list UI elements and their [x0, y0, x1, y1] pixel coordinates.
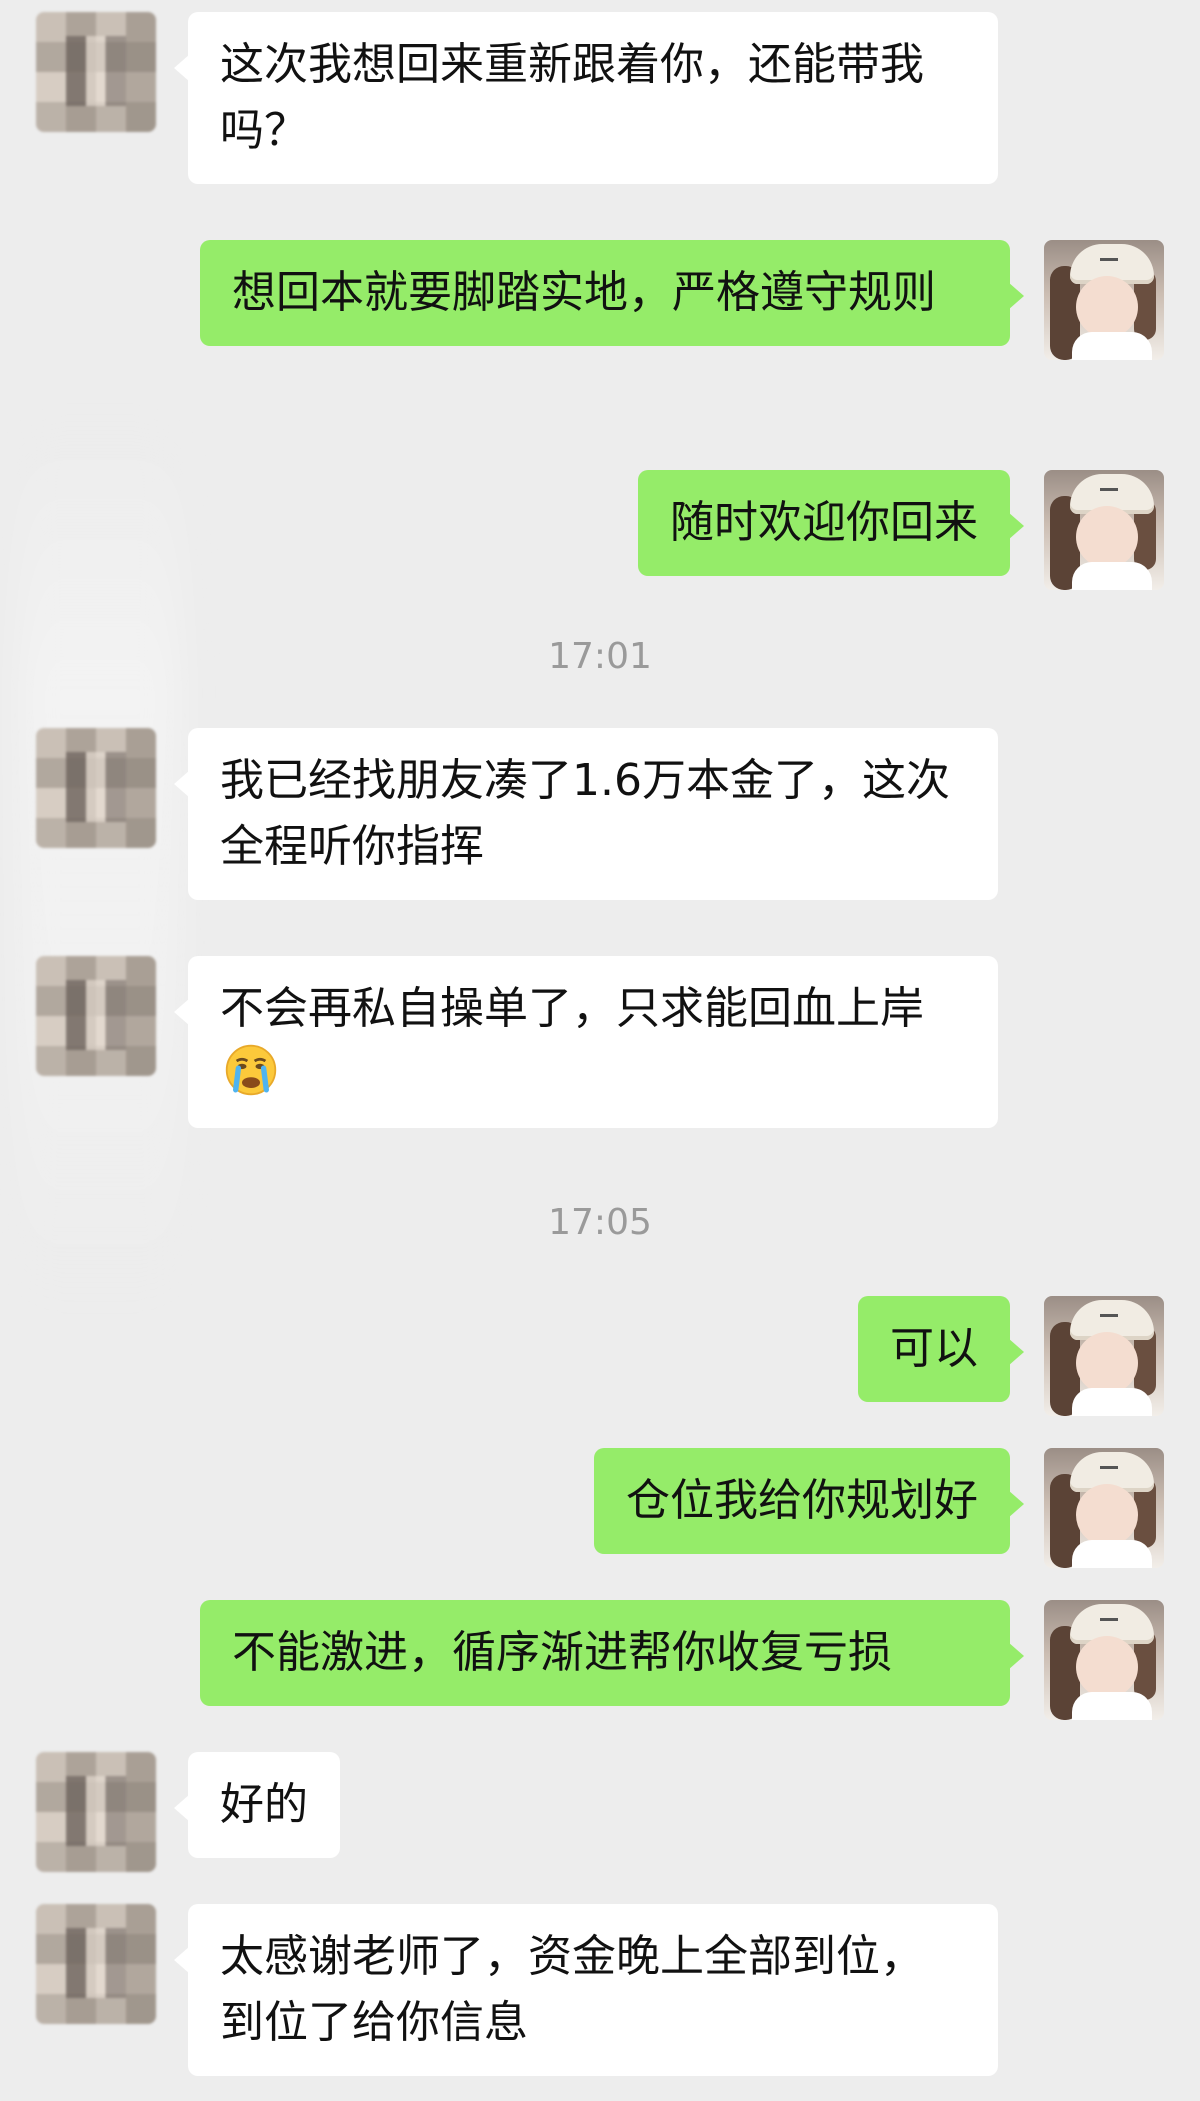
message-text: 这次我想回来重新跟着你，还能带我吗？: [220, 39, 924, 156]
contact-avatar[interactable]: [36, 728, 156, 848]
message-text: 想回本就要脚踏实地，严格遵守规则: [232, 267, 936, 318]
user-avatar[interactable]: [1044, 470, 1164, 590]
avatar-face: [1076, 1484, 1138, 1546]
incoming-message[interactable]: 好的: [174, 1752, 340, 1858]
timestamp: 17:01: [548, 636, 652, 677]
outgoing-message[interactable]: 想回本就要脚踏实地，严格遵守规则: [200, 240, 1024, 346]
avatar-face: [1076, 506, 1138, 568]
outgoing-message[interactable]: 随时欢迎你回来: [638, 470, 1024, 576]
avatar-face: [1076, 1636, 1138, 1698]
avatar-shirt: [1072, 1692, 1152, 1720]
outgoing-message[interactable]: 仓位我给你规划好: [594, 1448, 1024, 1554]
chat-view[interactable]: 这次我想回来重新跟着你，还能带我吗？ 想回本就要脚踏实地，严格遵守规则 随时欢迎…: [0, 0, 1200, 2101]
message-text: 可以: [890, 1323, 978, 1374]
background-shadow: [20, 420, 180, 1300]
crying-face-emoji: [225, 1044, 277, 1096]
user-avatar[interactable]: [1044, 1296, 1164, 1416]
contact-avatar[interactable]: [36, 1752, 156, 1872]
message-text: 随时欢迎你回来: [670, 497, 978, 548]
user-avatar[interactable]: [1044, 1600, 1164, 1720]
user-avatar[interactable]: [1044, 240, 1164, 360]
avatar-face: [1076, 1332, 1138, 1394]
message-text: 太感谢老师了，资金晚上全部到位，到位了给你信息: [220, 1931, 924, 2048]
timestamp: 17:05: [548, 1202, 652, 1243]
incoming-message[interactable]: 我已经找朋友凑了1.6万本金了，这次全程听你指挥: [174, 728, 998, 900]
avatar-shirt: [1072, 562, 1152, 590]
message-text: 不能激进，循序渐进帮你收复亏损: [232, 1627, 892, 1678]
message-text: 好的: [220, 1779, 308, 1830]
contact-avatar[interactable]: [36, 1904, 156, 2024]
avatar-face: [1076, 276, 1138, 338]
outgoing-message[interactable]: 可以: [858, 1296, 1024, 1402]
incoming-message[interactable]: 这次我想回来重新跟着你，还能带我吗？: [174, 12, 998, 184]
message-text: 不会再私自操单了，只求能回血上岸: [220, 983, 924, 1034]
contact-avatar[interactable]: [36, 12, 156, 132]
message-text: 我已经找朋友凑了1.6万本金了，这次全程听你指挥: [220, 755, 950, 872]
outgoing-message[interactable]: 不能激进，循序渐进帮你收复亏损: [200, 1600, 1024, 1706]
avatar-shirt: [1072, 1540, 1152, 1568]
message-text: 仓位我给你规划好: [626, 1475, 978, 1526]
avatar-shirt: [1072, 1388, 1152, 1416]
incoming-message[interactable]: 太感谢老师了，资金晚上全部到位，到位了给你信息: [174, 1904, 998, 2076]
incoming-message[interactable]: 不会再私自操单了，只求能回血上岸: [174, 956, 998, 1128]
avatar-shirt: [1072, 332, 1152, 360]
contact-avatar[interactable]: [36, 956, 156, 1076]
user-avatar[interactable]: [1044, 1448, 1164, 1568]
